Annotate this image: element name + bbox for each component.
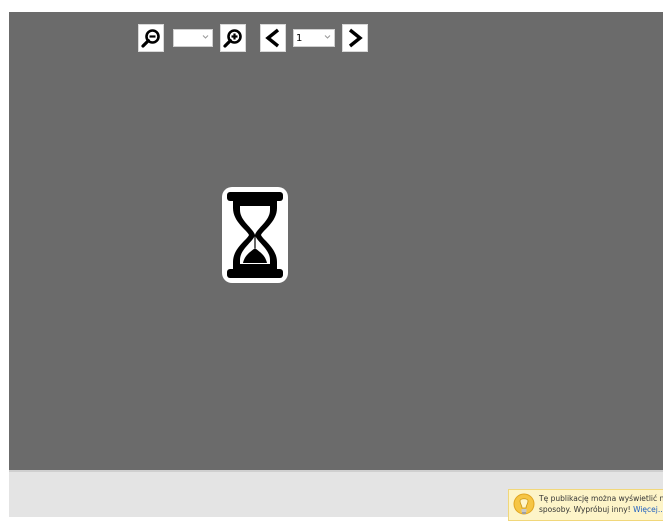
page-select[interactable]: 1 (293, 29, 335, 47)
document-viewer: 1 (9, 12, 663, 470)
chevron-left-icon (265, 28, 280, 48)
page-select-value: 1 (296, 32, 303, 44)
chevron-right-icon (348, 28, 363, 48)
notice-text: Tę publikację można wyświetlić na różne … (539, 493, 663, 515)
zoom-out-icon (141, 29, 160, 48)
previous-page-button[interactable] (260, 24, 286, 52)
view-options-notice: Tę publikację można wyświetlić na różne … (508, 489, 663, 521)
zoom-in-icon (223, 29, 242, 48)
next-page-button[interactable] (342, 24, 368, 52)
divider (9, 470, 663, 472)
zoom-out-button[interactable] (138, 24, 164, 52)
lightbulb-icon (513, 493, 535, 515)
zoom-in-button[interactable] (220, 24, 246, 52)
notice-line-2-text: sposoby. Wypróbuj inny! (539, 505, 631, 514)
more-link[interactable]: Więcej... (633, 505, 663, 514)
dropdown-arrow-icon (202, 35, 209, 39)
notice-line-1: Tę publikację można wyświetlić na różne (539, 494, 663, 503)
zoom-select[interactable] (173, 29, 213, 47)
hourglass-icon (222, 187, 288, 283)
notice-line-2: sposoby. Wypróbuj inny! Więcej... (539, 504, 663, 515)
dropdown-arrow-icon (324, 35, 331, 39)
